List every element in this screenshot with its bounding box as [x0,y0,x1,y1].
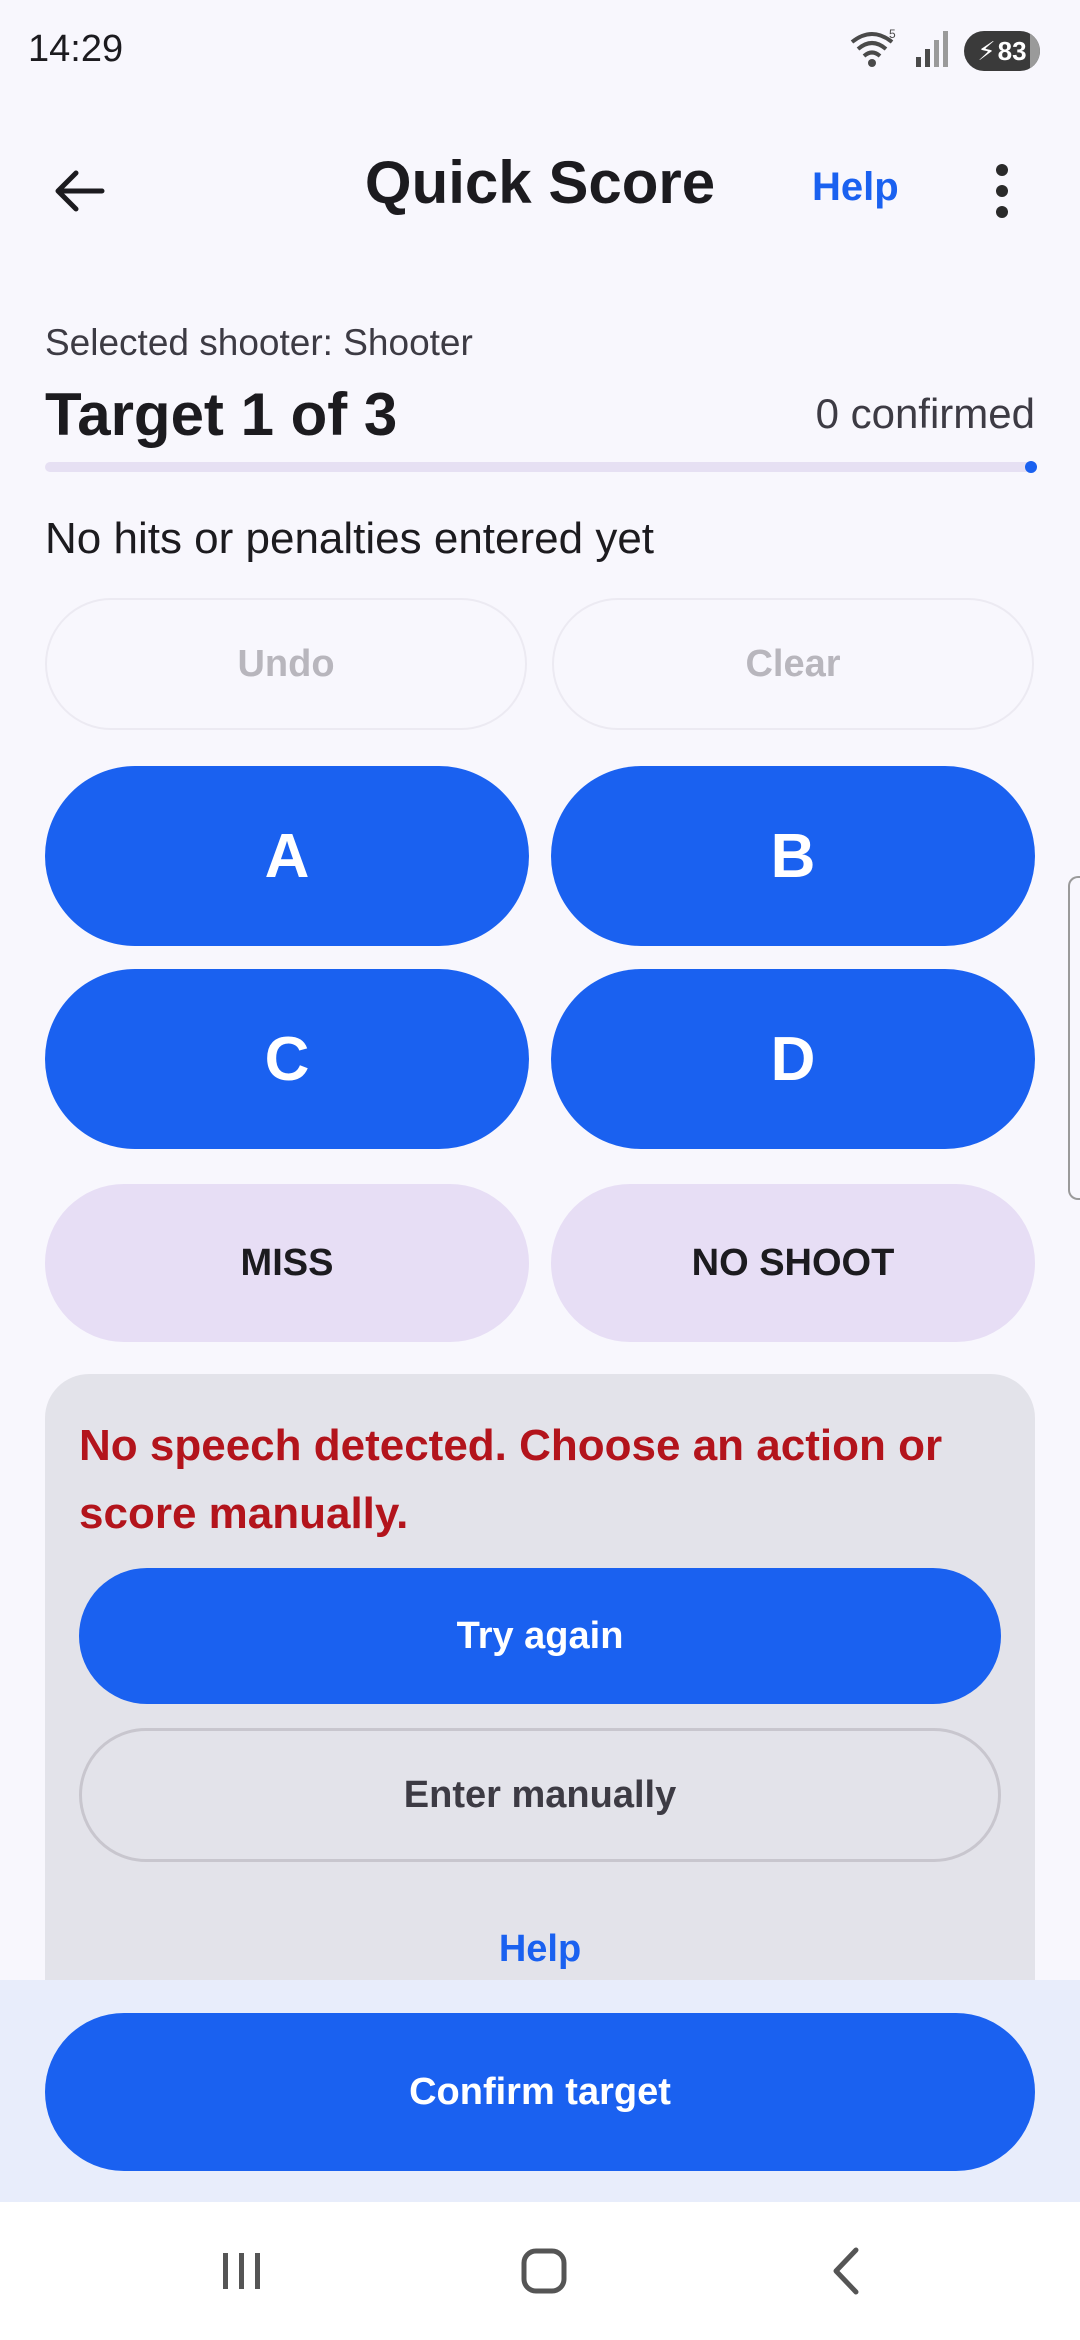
zone-d-button[interactable]: D [551,969,1035,1149]
zone-c-button[interactable]: C [45,969,529,1149]
scroll-handle[interactable] [1068,876,1080,1200]
hits-status-text: No hits or penalties entered yet [45,514,655,563]
zone-b-button[interactable]: B [551,766,1035,946]
more-vert-icon[interactable] [980,156,1024,226]
svg-text:5: 5 [889,28,896,41]
speech-error-panel: No speech detected. Choose an action or … [45,1374,1035,1994]
back-nav-icon[interactable] [806,2236,886,2306]
target-title: Target 1 of 3 [45,381,398,448]
battery-level: 83 [997,35,1027,66]
clear-button[interactable]: Clear [552,598,1034,730]
status-time: 14:29 [28,28,124,70]
page-title: Quick Score [364,149,716,216]
speech-error-message: No speech detected. Choose an action or … [79,1421,943,1538]
progress-indicator [1025,461,1037,473]
home-icon[interactable] [504,2236,584,2306]
status-bar: 14:29 5 ⚡ 83 [0,0,1080,100]
status-icons: 5 ⚡ 83 [848,27,1040,75]
speech-help-link[interactable]: Help [45,1928,1035,1971]
system-nav-bar [0,2202,1080,2340]
zone-a-button[interactable]: A [45,766,529,946]
miss-button[interactable]: MISS [45,1184,529,1342]
no-shoot-button[interactable]: NO SHOOT [551,1184,1035,1342]
signal-icon [914,29,950,74]
target-progress-bar [45,461,1037,473]
enter-manually-button[interactable]: Enter manually [79,1728,1001,1862]
confirm-target-button[interactable]: Confirm target [45,2013,1035,2171]
recents-icon[interactable] [202,2236,282,2306]
battery-charging-icon: ⚡ 83 [964,31,1040,71]
selected-shooter-label: Selected shooter: Shooter [45,322,473,363]
bottom-action-bar: Confirm target [0,1980,1080,2202]
try-again-button[interactable]: Try again [79,1568,1001,1704]
confirmed-count: 0 confirmed [815,390,1035,437]
wifi-icon: 5 [848,27,900,75]
app-bar: Quick Score Help [0,120,1080,250]
help-link[interactable]: Help [812,165,899,210]
undo-button[interactable]: Undo [45,598,527,730]
